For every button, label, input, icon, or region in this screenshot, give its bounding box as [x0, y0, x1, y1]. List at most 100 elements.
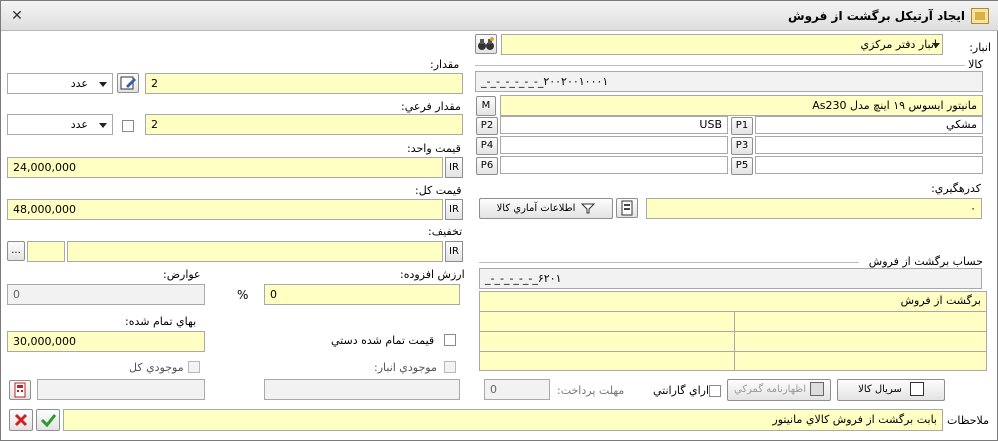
chevron-down-icon[interactable] [99, 123, 107, 128]
notes-label: ملاحظات [947, 414, 989, 427]
customs-button-label: اظهارنامه گمرکي [733, 384, 807, 395]
p1-button[interactable]: P1 [731, 117, 753, 135]
warranty-checkbox[interactable] [709, 385, 721, 397]
discount-label: تخفيف: [428, 225, 463, 238]
warehouse-select[interactable]: انبار دفتر مرکزي [501, 34, 943, 55]
return-account-code: _-_-_-_-_-_۶۲۰۱ [479, 268, 982, 289]
duties-input: 0 [7, 284, 205, 305]
p5-value [755, 156, 983, 174]
p2-button[interactable]: P2 [476, 117, 498, 135]
p1-value: مشکي [755, 116, 983, 134]
chevron-down-icon[interactable] [932, 43, 940, 48]
qty-unit-select[interactable]: عدد [7, 73, 113, 94]
warehouse-value: انبار دفتر مرکزي [860, 38, 937, 51]
subqty-unit-select[interactable]: عدد [7, 114, 113, 135]
check-icon [40, 414, 57, 428]
return-account-grid: برگشت از فروش [479, 291, 987, 371]
goods-group-divider [475, 65, 965, 66]
chevron-down-icon[interactable] [99, 82, 107, 87]
goods-group-label: کالا [968, 58, 983, 71]
grid-cell[interactable] [480, 292, 734, 312]
grid-cell[interactable] [480, 332, 734, 352]
stock-warehouse-label: موجودي انبار: [374, 361, 437, 374]
notes-input[interactable]: بابت برگشت از فروش کالاي مانيتور [63, 409, 943, 431]
stats-button-label: اطلاعات آماري کالا [496, 203, 576, 214]
p6-value [500, 156, 728, 174]
vat-label: ارزش افزوده: [400, 268, 465, 281]
warranty-label: داراي گارانتي [653, 384, 714, 397]
tracking-input[interactable]: ۰ [646, 198, 982, 219]
payment-term-label: مهلت پرداخت: [557, 384, 625, 397]
final-cost-input[interactable]: 30,000,000 [7, 331, 205, 352]
total-price-input[interactable]: 48,000,000 [7, 199, 443, 220]
grid-cell[interactable] [734, 352, 986, 370]
goods-name[interactable]: مانيتور ايسوس ١٩ اينچ مدل As230 [500, 95, 983, 116]
qty-label: مقدار: [430, 58, 460, 71]
serial-button-label: سريال کالا [858, 384, 902, 395]
cancel-icon [14, 413, 28, 427]
discount-input[interactable] [67, 241, 443, 262]
p2-value: USB [500, 116, 728, 134]
discount-more-button[interactable]: ... [7, 241, 25, 261]
close-icon[interactable]: ✕ [5, 5, 29, 27]
manual-cost-checkbox[interactable] [444, 334, 456, 346]
stats-button[interactable]: اطلاعات آماري کالا [479, 198, 613, 219]
unit-price-label: قيمت واحد: [407, 142, 461, 155]
edit-icon[interactable] [117, 73, 139, 93]
goods-m-button[interactable]: M [476, 96, 496, 116]
discount-percent-input[interactable] [27, 241, 65, 262]
customs-button[interactable]: اظهارنامه گمرکي [727, 379, 831, 401]
p5-button[interactable]: P5 [731, 157, 753, 175]
warehouse-label: انبار: [969, 41, 991, 54]
window-title: ايجاد آرتيکل برگشت از فروش [788, 9, 965, 23]
discount-currency[interactable]: IR [445, 241, 463, 262]
serial-button[interactable]: سريال کالا [837, 379, 945, 401]
title-bar: ✕ ايجاد آرتيکل برگشت از فروش [1, 1, 998, 31]
final-cost-label: بهاي تمام شده: [125, 315, 197, 328]
calculator-icon[interactable] [9, 380, 31, 400]
subqty-unit: عدد [70, 118, 88, 131]
unit-price-input[interactable]: 24,000,000 [7, 157, 443, 178]
goods-code: _-_-_-_-_-_-_۲۰۰۲۰۰۱۰۰۰۱ [475, 71, 983, 92]
doc-list-icon [909, 382, 924, 396]
subqty-input[interactable]: 2 [145, 114, 463, 135]
total-price-currency[interactable]: IR [445, 199, 463, 220]
grid-cell[interactable]: برگشت از فروش [734, 292, 986, 312]
stock-total-checkbox[interactable] [188, 361, 200, 373]
p6-button[interactable]: P6 [476, 157, 498, 175]
return-account-label: حساب برگشت از فروش [868, 255, 983, 268]
duties-label: عوارض: [163, 268, 201, 281]
clipboard-icon [810, 382, 825, 396]
stock-total-value [37, 379, 205, 400]
doc-icon[interactable] [616, 198, 638, 218]
stock-warehouse-checkbox[interactable] [444, 361, 456, 373]
vat-percent-sign: % [237, 288, 249, 302]
stock-total-label: موجودي کل [129, 361, 184, 374]
subqty-checkbox[interactable] [122, 120, 134, 132]
tracking-label: کدرهگيري: [931, 182, 981, 195]
binoculars-icon[interactable] [475, 34, 497, 54]
p3-button[interactable]: P3 [731, 137, 753, 155]
p4-button[interactable]: P4 [476, 137, 498, 155]
payment-term-input: 0 [484, 379, 550, 400]
qty-unit: عدد [70, 77, 88, 90]
vat-input[interactable]: 0 [264, 284, 460, 305]
stats-icon [581, 202, 596, 214]
total-price-label: قيمت کل: [415, 184, 462, 197]
grid-cell[interactable] [480, 312, 734, 332]
p3-value [755, 136, 983, 154]
ok-button[interactable] [36, 409, 60, 431]
p4-value [500, 136, 728, 154]
grid-cell[interactable] [734, 312, 986, 332]
qty-input[interactable]: 2 [145, 73, 463, 94]
subqty-label: مقدار فرعي: [401, 100, 461, 113]
cancel-button[interactable] [9, 409, 33, 431]
return-group-divider [479, 262, 859, 263]
grid-cell[interactable] [480, 352, 734, 370]
grid-cell[interactable] [734, 332, 986, 352]
dialog-window: ✕ ايجاد آرتيکل برگشت از فروش انبار: انبا… [0, 0, 998, 441]
unit-price-currency[interactable]: IR [445, 157, 463, 178]
manual-cost-label: قيمت تمام شده دستي [331, 334, 435, 347]
stock-warehouse-value [264, 379, 460, 400]
window-icon [971, 8, 989, 24]
